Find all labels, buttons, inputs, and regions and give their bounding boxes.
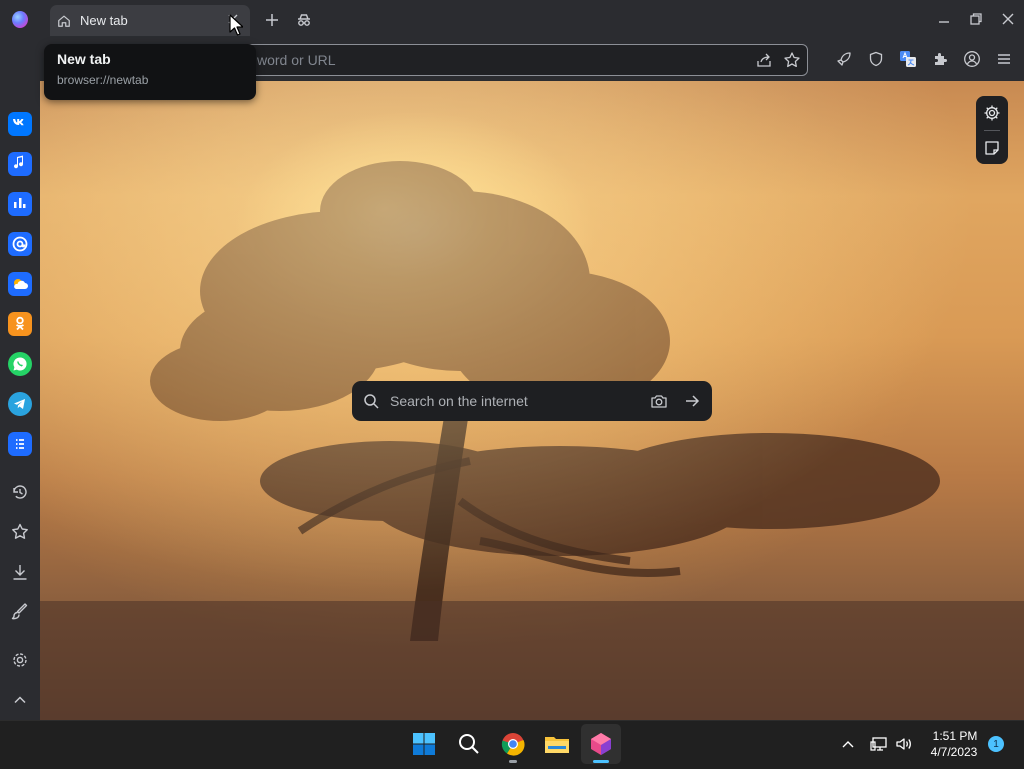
hamburger-menu-icon bbox=[998, 54, 1010, 64]
sidebar-settings-button[interactable] bbox=[10, 650, 30, 670]
settings-icon bbox=[13, 653, 27, 667]
taskbar-file-explorer[interactable] bbox=[543, 730, 571, 758]
search-icon bbox=[459, 734, 479, 754]
arrow-right-icon[interactable] bbox=[683, 392, 701, 410]
taskbar-browser[interactable] bbox=[587, 730, 615, 758]
restore-button[interactable] bbox=[965, 8, 987, 30]
extensions-button[interactable] bbox=[931, 50, 949, 68]
odnoklassniki-icon bbox=[16, 316, 24, 331]
sidebar-app-odnoklassniki[interactable] bbox=[8, 312, 32, 336]
volume-button[interactable] bbox=[895, 736, 913, 752]
sidebar-app-mail[interactable] bbox=[8, 232, 32, 256]
history-icon bbox=[13, 485, 27, 499]
sidebar-downloads-button[interactable] bbox=[10, 562, 30, 582]
profile-icon bbox=[964, 51, 980, 67]
puzzle-icon bbox=[935, 53, 947, 65]
sidebar-app-cloud[interactable] bbox=[8, 272, 32, 296]
windows-start-icon bbox=[413, 733, 435, 755]
start-button[interactable] bbox=[410, 730, 438, 758]
sidebar-app-whatsapp[interactable] bbox=[8, 352, 32, 376]
bookmark-star-icon[interactable] bbox=[783, 51, 801, 69]
notification-badge[interactable]: 1 bbox=[988, 736, 1004, 752]
telegram-icon bbox=[14, 399, 25, 409]
taskbar-chrome[interactable] bbox=[499, 730, 527, 758]
browser-logo-icon[interactable] bbox=[12, 11, 28, 28]
browser-app-icon bbox=[591, 733, 611, 755]
address-placeholder: word or URL bbox=[257, 52, 336, 68]
restore-icon bbox=[970, 13, 982, 25]
sidebar-history-button[interactable] bbox=[10, 482, 30, 502]
show-hidden-icons-button[interactable] bbox=[839, 736, 857, 752]
share-icon[interactable] bbox=[756, 52, 772, 68]
incognito-icon bbox=[298, 14, 310, 26]
protect-button[interactable] bbox=[867, 50, 885, 68]
tab-title: New tab bbox=[80, 13, 128, 28]
sidebar-app-telegram[interactable] bbox=[8, 392, 32, 416]
speaker-icon bbox=[896, 738, 911, 750]
divider bbox=[984, 130, 1000, 131]
notes-icon[interactable] bbox=[983, 139, 1001, 157]
translate-button[interactable] bbox=[899, 50, 917, 68]
vk-icon bbox=[13, 119, 24, 126]
settings-icon[interactable] bbox=[983, 104, 1001, 122]
minimize-button[interactable] bbox=[933, 8, 955, 30]
home-icon bbox=[58, 15, 70, 27]
shield-icon bbox=[869, 51, 883, 67]
downloads-icon bbox=[13, 565, 27, 580]
folder-icon bbox=[545, 737, 569, 753]
tooltip-url: browser://newtab bbox=[57, 73, 149, 87]
network-icon bbox=[870, 737, 887, 751]
collapse-icon bbox=[14, 696, 26, 704]
tab-new-tab[interactable]: New tab bbox=[50, 5, 250, 36]
chrome-running-indicator bbox=[509, 760, 517, 763]
chrome-icon bbox=[501, 733, 525, 756]
network-button[interactable] bbox=[870, 736, 888, 752]
close-icon bbox=[1002, 13, 1014, 25]
tooltip-title: New tab bbox=[57, 51, 111, 67]
incognito-button[interactable] bbox=[294, 10, 314, 30]
bookmarks-icon bbox=[12, 523, 28, 539]
sidebar-app-music[interactable] bbox=[8, 152, 32, 176]
mouse-cursor-icon bbox=[229, 14, 243, 36]
clock-date[interactable]: 4/7/2023 bbox=[926, 745, 982, 759]
plus-icon bbox=[266, 14, 278, 26]
sidebar-bookmarks-button[interactable] bbox=[10, 522, 30, 542]
minimize-icon bbox=[939, 21, 949, 23]
chevron-up-icon bbox=[842, 741, 854, 748]
stats-icon bbox=[14, 198, 26, 208]
sidebar-app-stats[interactable] bbox=[8, 192, 32, 216]
profile-button[interactable] bbox=[963, 50, 981, 68]
rocket-icon bbox=[837, 52, 851, 66]
search-icon bbox=[364, 394, 379, 409]
mail-icon bbox=[12, 236, 28, 252]
menu-button[interactable] bbox=[995, 50, 1013, 68]
sidebar-collapse-button[interactable] bbox=[10, 690, 30, 710]
music-icon bbox=[14, 155, 24, 169]
browser-active-indicator bbox=[593, 760, 609, 763]
themes-icon bbox=[11, 603, 28, 620]
clock-time[interactable]: 1:51 PM bbox=[932, 729, 978, 743]
search-placeholder[interactable]: Search on the internet bbox=[390, 393, 528, 409]
translate-icon bbox=[900, 51, 916, 67]
sidebar-themes-button[interactable] bbox=[10, 602, 30, 622]
whatsapp-icon bbox=[13, 357, 27, 371]
new-tab-button[interactable] bbox=[262, 10, 282, 30]
tasks-icon bbox=[16, 439, 24, 449]
sidebar-app-tasks[interactable] bbox=[8, 432, 32, 456]
taskbar-search-button[interactable] bbox=[455, 730, 483, 758]
camera-icon[interactable] bbox=[650, 392, 668, 410]
sidebar-app-vk[interactable] bbox=[8, 112, 32, 136]
cloud-icon bbox=[14, 279, 28, 289]
rocket-button[interactable] bbox=[835, 50, 853, 68]
close-window-button[interactable] bbox=[997, 8, 1019, 30]
